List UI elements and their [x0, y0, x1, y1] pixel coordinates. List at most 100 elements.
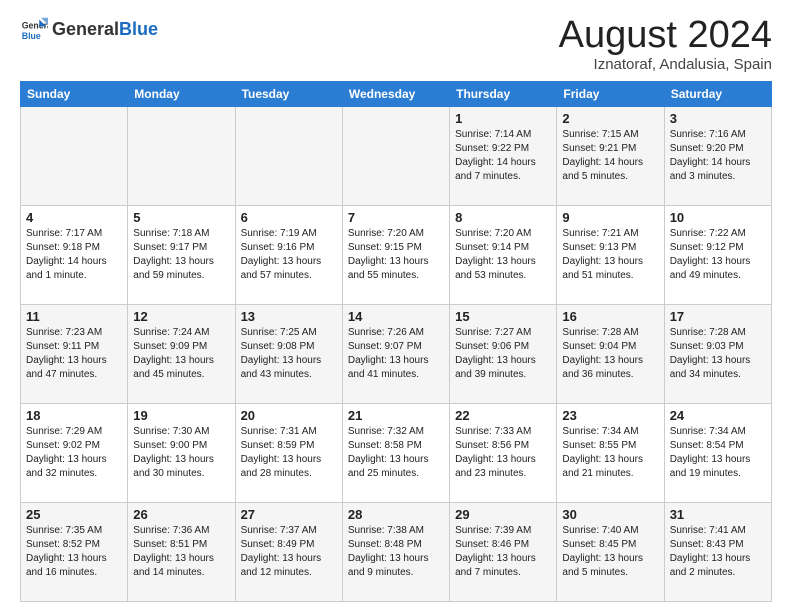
table-row: 5 Sunrise: 7:18 AM Sunset: 9:17 PM Daylig…: [128, 206, 235, 305]
day-info: Sunrise: 7:21 AM Sunset: 9:13 PM Dayligh…: [562, 227, 658, 283]
table-row: 27Sunrise: 7:37 AM Sunset: 8:49 PM Dayli…: [235, 503, 342, 602]
generalblue-logo-icon: General Blue: [20, 16, 48, 44]
day-number: 15: [455, 309, 551, 324]
table-row: 14Sunrise: 7:26 AM Sunset: 9:07 PM Dayli…: [342, 305, 449, 404]
day-number: 18: [26, 408, 122, 423]
table-row: 3 Sunrise: 7:16 AM Sunset: 9:20 PM Daylig…: [664, 107, 771, 206]
day-info: Sunrise: 7:25 AM Sunset: 9:08 PM Dayligh…: [241, 326, 337, 382]
table-row: 24 Sunrise: 7:34 AM Sunset: 8:54 PM Dayli…: [664, 404, 771, 503]
day-info: Sunrise: 7:30 AM Sunset: 9:00 PM Dayligh…: [133, 425, 229, 481]
day-info: Sunrise: 7:28 AM Sunset: 9:04 PM Dayligh…: [562, 326, 658, 382]
day-info: Sunrise: 7:24 AM Sunset: 9:09 PM Dayligh…: [133, 326, 229, 382]
day-info: Sunrise: 7:32 AM Sunset: 8:58 PM Dayligh…: [348, 425, 444, 481]
logo-blue: Blue: [119, 19, 158, 39]
calendar-header-row: Sunday Monday Tuesday Wednesday Thursday…: [21, 82, 772, 107]
logo-general: General: [52, 19, 119, 39]
day-number: 20: [241, 408, 337, 423]
day-number: 7: [348, 210, 444, 225]
table-row: [128, 107, 235, 206]
day-number: 17: [670, 309, 766, 324]
table-row: [235, 107, 342, 206]
day-info: Sunrise: 7:14 AM Sunset: 9:22 PM Dayligh…: [455, 128, 551, 184]
day-number: 10: [670, 210, 766, 225]
day-info: Sunrise: 7:15 AM Sunset: 9:21 PM Dayligh…: [562, 128, 658, 184]
day-info: Sunrise: 7:34 AM Sunset: 8:55 PM Dayligh…: [562, 425, 658, 481]
col-wednesday: Wednesday: [342, 82, 449, 107]
day-number: 25: [26, 507, 122, 522]
day-info: Sunrise: 7:33 AM Sunset: 8:56 PM Dayligh…: [455, 425, 551, 481]
table-row: [21, 107, 128, 206]
table-row: 18 Sunrise: 7:29 AM Sunset: 9:02 PM Dayli…: [21, 404, 128, 503]
col-saturday: Saturday: [664, 82, 771, 107]
day-info: Sunrise: 7:41 AM Sunset: 8:43 PM Dayligh…: [670, 524, 766, 580]
table-row: 11Sunrise: 7:23 AM Sunset: 9:11 PM Dayli…: [21, 305, 128, 404]
header: General Blue GeneralBlue August 2024 Izn…: [20, 16, 772, 73]
day-number: 22: [455, 408, 551, 423]
calendar-week-row: 18 Sunrise: 7:29 AM Sunset: 9:02 PM Dayli…: [21, 404, 772, 503]
day-number: 31: [670, 507, 766, 522]
day-info: Sunrise: 7:27 AM Sunset: 9:06 PM Dayligh…: [455, 326, 551, 382]
day-info: Sunrise: 7:29 AM Sunset: 9:02 PM Dayligh…: [26, 425, 122, 481]
day-number: 23: [562, 408, 658, 423]
calendar-table: Sunday Monday Tuesday Wednesday Thursday…: [20, 81, 772, 602]
day-info: Sunrise: 7:38 AM Sunset: 8:48 PM Dayligh…: [348, 524, 444, 580]
day-number: 26: [133, 507, 229, 522]
table-row: 20 Sunrise: 7:31 AM Sunset: 8:59 PM Dayli…: [235, 404, 342, 503]
calendar-week-row: 11Sunrise: 7:23 AM Sunset: 9:11 PM Dayli…: [21, 305, 772, 404]
table-row: 26 Sunrise: 7:36 AM Sunset: 8:51 PM Dayli…: [128, 503, 235, 602]
day-info: Sunrise: 7:36 AM Sunset: 8:51 PM Dayligh…: [133, 524, 229, 580]
table-row: 12 Sunrise: 7:24 AM Sunset: 9:09 PM Dayli…: [128, 305, 235, 404]
table-row: 7 Sunrise: 7:20 AM Sunset: 9:15 PM Daylig…: [342, 206, 449, 305]
day-number: 12: [133, 309, 229, 324]
day-info: Sunrise: 7:37 AM Sunset: 8:49 PM Dayligh…: [241, 524, 337, 580]
day-number: 8: [455, 210, 551, 225]
table-row: 22 Sunrise: 7:33 AM Sunset: 8:56 PM Dayli…: [450, 404, 557, 503]
table-row: 1 Sunrise: 7:14 AM Sunset: 9:22 PM Daylig…: [450, 107, 557, 206]
table-row: 8 Sunrise: 7:20 AM Sunset: 9:14 PM Daylig…: [450, 206, 557, 305]
table-row: 16Sunrise: 7:28 AM Sunset: 9:04 PM Dayli…: [557, 305, 664, 404]
day-info: Sunrise: 7:34 AM Sunset: 8:54 PM Dayligh…: [670, 425, 766, 481]
table-row: 2 Sunrise: 7:15 AM Sunset: 9:21 PM Daylig…: [557, 107, 664, 206]
day-number: 19: [133, 408, 229, 423]
col-tuesday: Tuesday: [235, 82, 342, 107]
location: Iznatoraf, Andalusia, Spain: [559, 56, 772, 73]
calendar-week-row: 1 Sunrise: 7:14 AM Sunset: 9:22 PM Daylig…: [21, 107, 772, 206]
day-info: Sunrise: 7:39 AM Sunset: 8:46 PM Dayligh…: [455, 524, 551, 580]
table-row: 23 Sunrise: 7:34 AM Sunset: 8:55 PM Dayli…: [557, 404, 664, 503]
col-sunday: Sunday: [21, 82, 128, 107]
table-row: 17Sunrise: 7:28 AM Sunset: 9:03 PM Dayli…: [664, 305, 771, 404]
day-info: Sunrise: 7:20 AM Sunset: 9:15 PM Dayligh…: [348, 227, 444, 283]
day-number: 9: [562, 210, 658, 225]
table-row: 9 Sunrise: 7:21 AM Sunset: 9:13 PM Daylig…: [557, 206, 664, 305]
day-number: 28: [348, 507, 444, 522]
table-row: 15 Sunrise: 7:27 AM Sunset: 9:06 PM Dayli…: [450, 305, 557, 404]
table-row: [342, 107, 449, 206]
day-info: Sunrise: 7:20 AM Sunset: 9:14 PM Dayligh…: [455, 227, 551, 283]
calendar-week-row: 4Sunrise: 7:17 AM Sunset: 9:18 PM Daylig…: [21, 206, 772, 305]
logo-text: GeneralBlue: [52, 20, 158, 40]
day-number: 3: [670, 111, 766, 126]
table-row: 4Sunrise: 7:17 AM Sunset: 9:18 PM Daylig…: [21, 206, 128, 305]
day-number: 2: [562, 111, 658, 126]
table-row: 21 Sunrise: 7:32 AM Sunset: 8:58 PM Dayli…: [342, 404, 449, 503]
table-row: 6Sunrise: 7:19 AM Sunset: 9:16 PM Daylig…: [235, 206, 342, 305]
day-info: Sunrise: 7:35 AM Sunset: 8:52 PM Dayligh…: [26, 524, 122, 580]
table-row: 25 Sunrise: 7:35 AM Sunset: 8:52 PM Dayli…: [21, 503, 128, 602]
col-friday: Friday: [557, 82, 664, 107]
col-thursday: Thursday: [450, 82, 557, 107]
day-number: 29: [455, 507, 551, 522]
day-number: 5: [133, 210, 229, 225]
day-info: Sunrise: 7:40 AM Sunset: 8:45 PM Dayligh…: [562, 524, 658, 580]
day-info: Sunrise: 7:16 AM Sunset: 9:20 PM Dayligh…: [670, 128, 766, 184]
calendar-week-row: 25 Sunrise: 7:35 AM Sunset: 8:52 PM Dayli…: [21, 503, 772, 602]
logo: General Blue GeneralBlue: [20, 16, 158, 44]
day-info: Sunrise: 7:18 AM Sunset: 9:17 PM Dayligh…: [133, 227, 229, 283]
day-info: Sunrise: 7:17 AM Sunset: 9:18 PM Dayligh…: [26, 227, 122, 283]
day-number: 24: [670, 408, 766, 423]
day-number: 21: [348, 408, 444, 423]
day-number: 30: [562, 507, 658, 522]
day-info: Sunrise: 7:26 AM Sunset: 9:07 PM Dayligh…: [348, 326, 444, 382]
header-right: August 2024 Iznatoraf, Andalusia, Spain: [559, 16, 772, 73]
day-number: 1: [455, 111, 551, 126]
day-info: Sunrise: 7:31 AM Sunset: 8:59 PM Dayligh…: [241, 425, 337, 481]
